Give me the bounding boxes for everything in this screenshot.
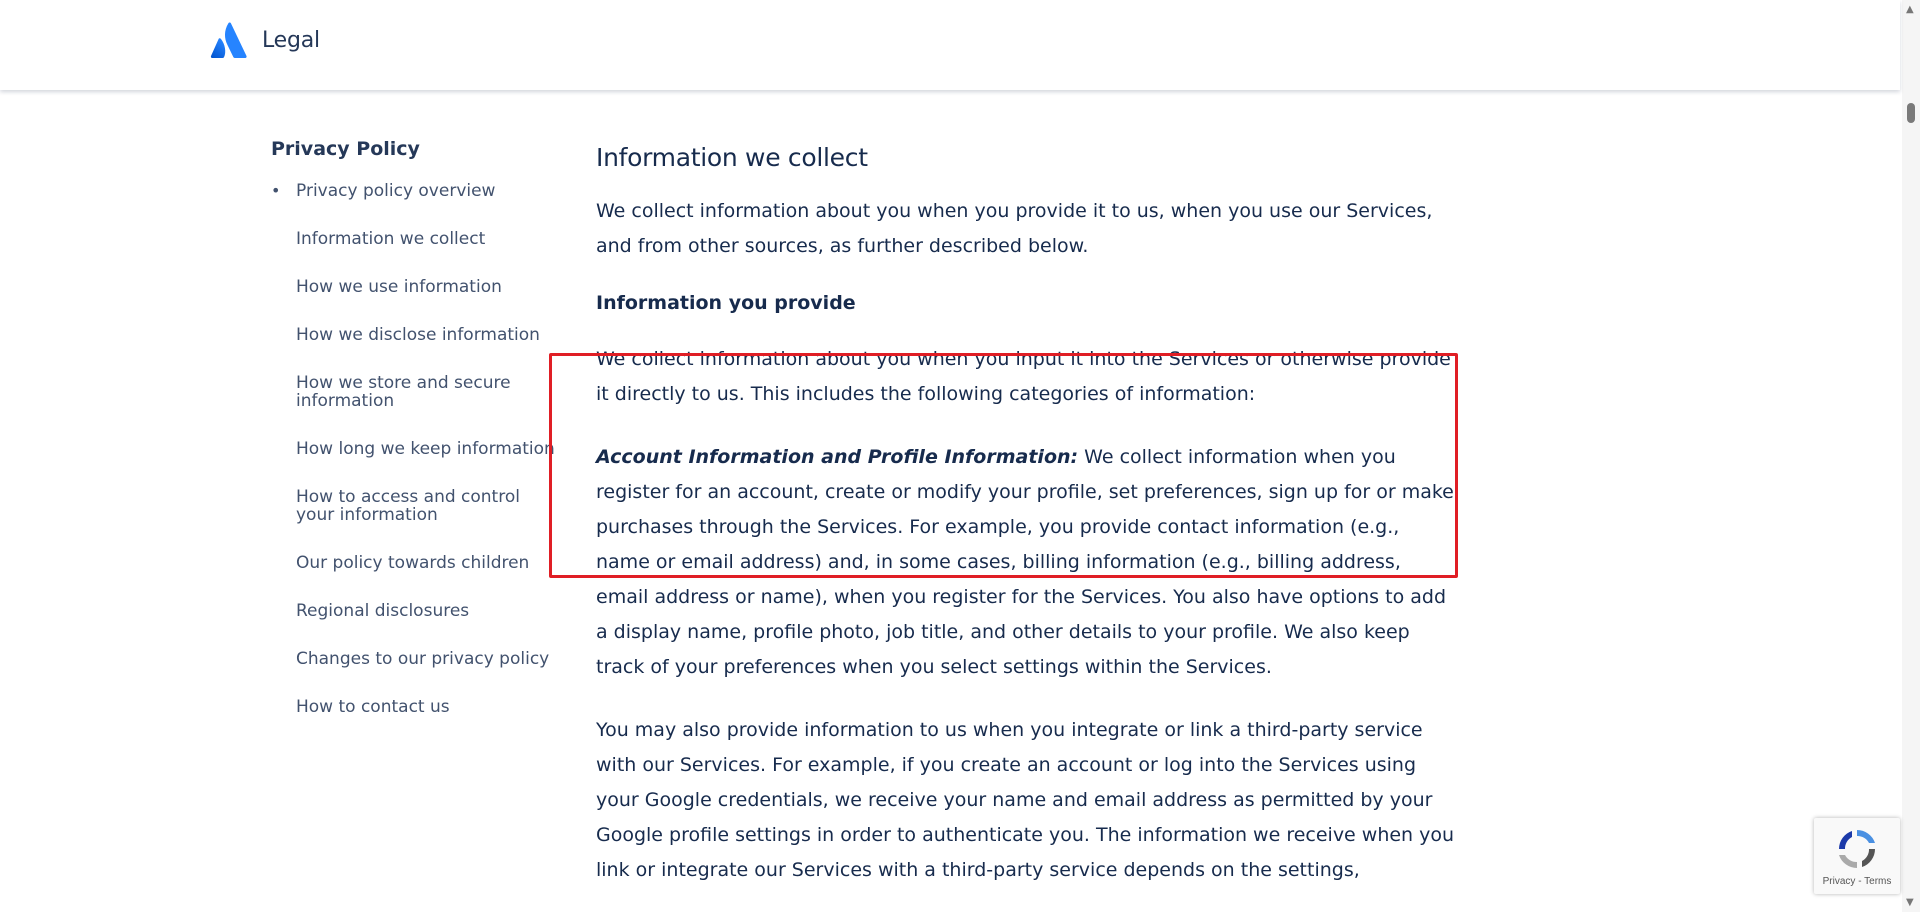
recaptcha-badge[interactable]: Privacy - Terms [1814, 818, 1900, 894]
toc-item-label: How to access and control your informati… [296, 487, 520, 525]
atlassian-logo-icon [210, 22, 247, 58]
toc-item-access-control[interactable]: How to access and control your informati… [271, 488, 561, 524]
toc-item-label: Changes to our privacy policy [296, 649, 550, 669]
scroll-thumb[interactable] [1907, 103, 1915, 123]
brand-title: Legal [262, 27, 320, 53]
account-information-lead: Account Information and Profile Informat… [596, 446, 1079, 468]
intro-paragraph: We collect information about you when yo… [596, 200, 1433, 257]
toc-item-overview[interactable]: Privacy policy overview [271, 182, 561, 200]
recaptcha-icon [1839, 830, 1875, 868]
toc-item-how-long-keep[interactable]: How long we keep information [271, 440, 561, 458]
vertical-scrollbar[interactable]: ▲ ▼ [1902, 0, 1920, 912]
toc-item-store-secure[interactable]: How we store and secure information [271, 374, 561, 410]
section-heading: Information we collect [596, 143, 868, 172]
recaptcha-links[interactable]: Privacy - Terms [1823, 876, 1892, 887]
toc-item-regional[interactable]: Regional disclosures [271, 602, 561, 620]
toc-item-label: How we use information [296, 277, 502, 297]
toc-item-label: Privacy policy overview [296, 181, 496, 201]
toc-item-children[interactable]: Our policy towards children [271, 554, 561, 572]
third-party-paragraph: You may also provide information to us w… [596, 719, 1455, 881]
main-content: Information we collect We collect inform… [596, 143, 1456, 912]
toc-item-label: Information we collect [296, 229, 486, 249]
toc-item-label: Our policy towards children [296, 553, 530, 573]
information-provided-paragraph: We collect information about you when yo… [596, 348, 1451, 405]
toc-item-label: How to contact us [296, 697, 450, 717]
toc-list: Privacy policy overview Information we c… [271, 182, 561, 716]
brand-link[interactable]: Legal [210, 22, 320, 58]
toc-item-contact[interactable]: How to contact us [271, 698, 561, 716]
toc-item-how-we-use[interactable]: How we use information [271, 278, 561, 296]
site-header: Legal [0, 0, 1900, 90]
toc-item-how-we-disclose[interactable]: How we disclose information [271, 326, 561, 344]
toc-item-label: How we store and secure information [296, 373, 511, 411]
scroll-up-arrow-icon[interactable]: ▲ [1906, 4, 1914, 15]
toc-item-label: How we disclose information [296, 325, 540, 345]
account-information-paragraph: Account Information and Profile Informat… [596, 440, 1456, 685]
toc-item-label: Regional disclosures [296, 601, 470, 621]
toc-item-label: How long we keep information [296, 439, 555, 459]
sidebar-title-link[interactable]: Privacy Policy [271, 138, 561, 160]
account-information-body: We collect information when you register… [596, 446, 1454, 678]
toc-item-changes[interactable]: Changes to our privacy policy [271, 650, 561, 668]
subsection-heading: Information you provide [596, 292, 856, 314]
sidebar-toc: Privacy Policy Privacy policy overview I… [271, 138, 561, 746]
toc-item-information-we-collect[interactable]: Information we collect [271, 230, 561, 248]
scroll-down-arrow-icon[interactable]: ▼ [1906, 897, 1914, 908]
